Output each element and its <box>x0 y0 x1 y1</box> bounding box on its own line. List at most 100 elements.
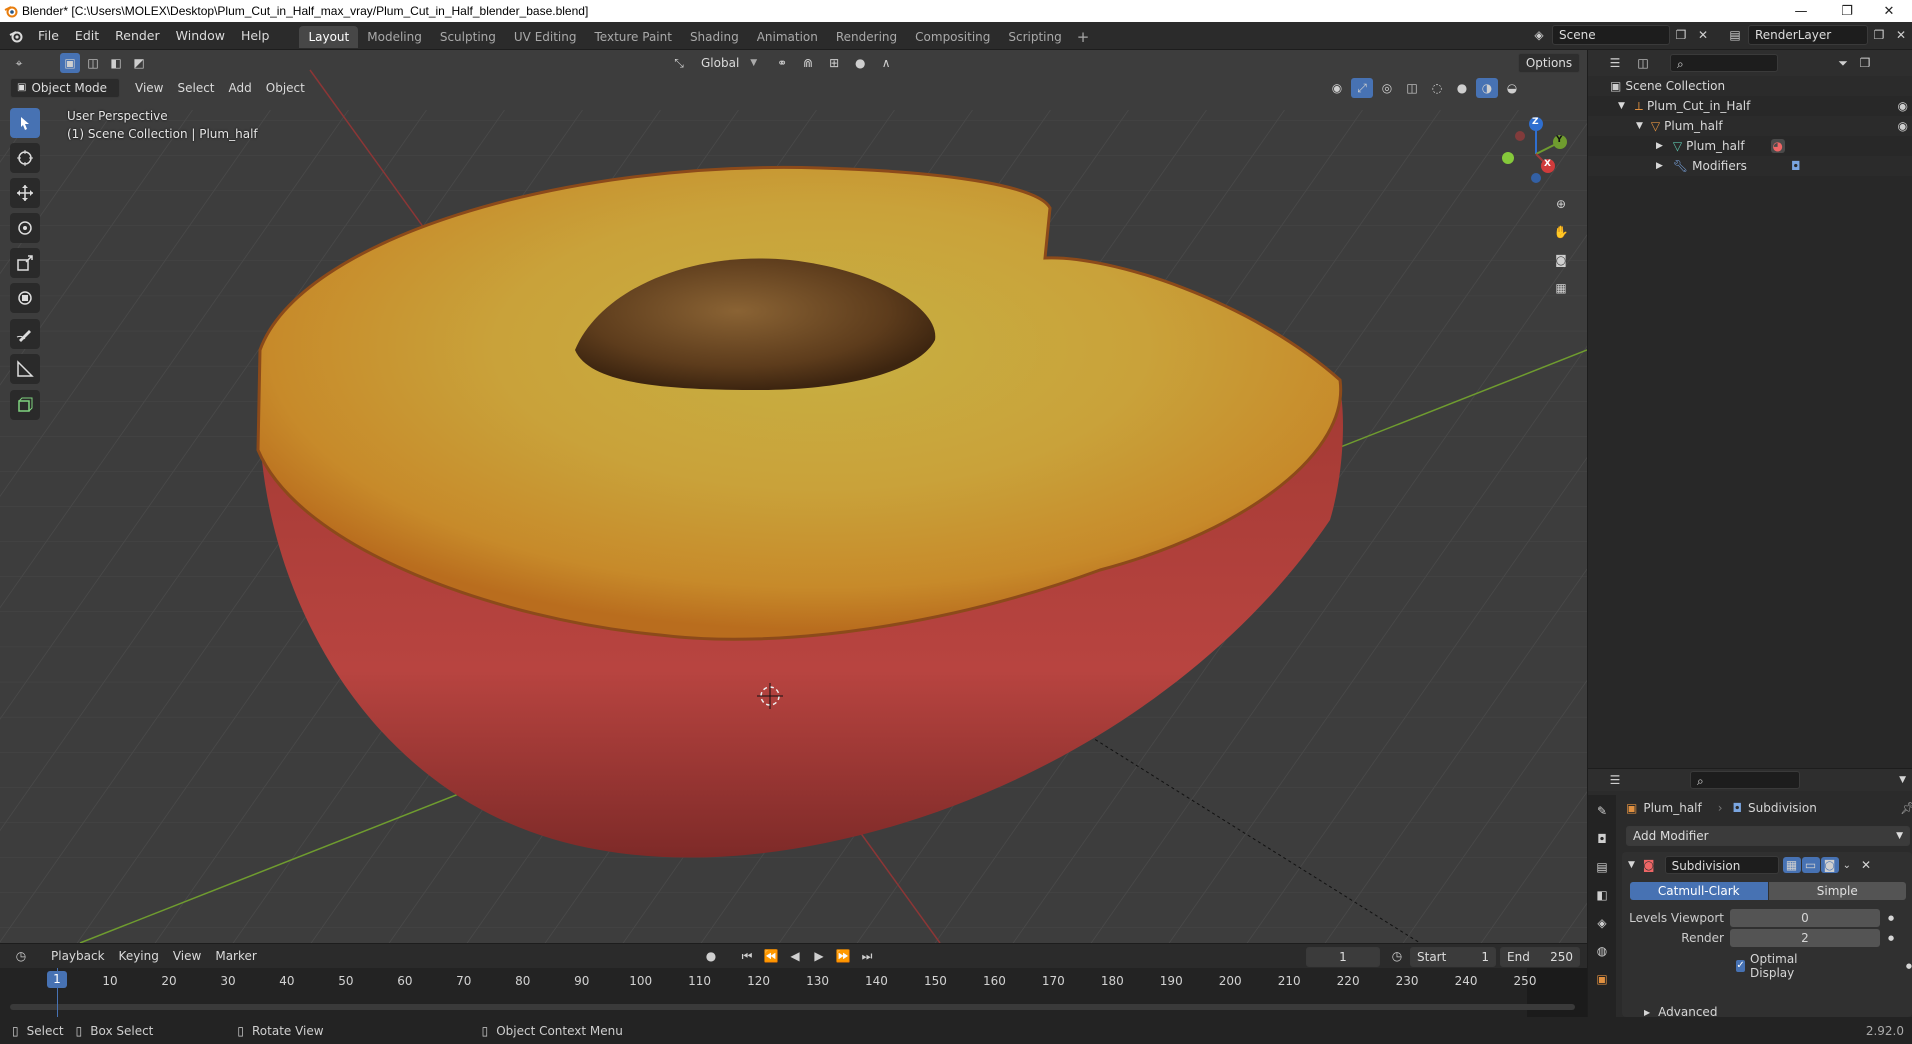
overlay-toggle-icon[interactable]: ◎ <box>1376 78 1398 98</box>
rendered-shading-icon[interactable]: ◒ <box>1501 78 1523 98</box>
playhead[interactable]: 1 <box>47 971 67 988</box>
jump-end-icon[interactable]: ⏭ <box>856 946 878 966</box>
animate-dot-icon[interactable]: ● <box>1888 934 1894 942</box>
expand-arrow-icon[interactable]: ▼ <box>1636 121 1643 131</box>
auto-keying-icon[interactable]: ● <box>700 946 722 966</box>
snap-icon[interactable]: ⋒ <box>797 53 819 73</box>
outliner-search-input[interactable]: ⌕ <box>1670 54 1778 72</box>
minimize-button[interactable]: — <box>1778 0 1824 22</box>
proportional-edit-icon[interactable]: ● <box>849 53 871 73</box>
menu-marker[interactable]: Marker <box>208 946 263 966</box>
outliner-row-modifiers[interactable]: ▶ 🔧︎ Modifiers ◘ <box>1588 156 1912 176</box>
delete-scene-icon[interactable]: ✕ <box>1692 25 1714 45</box>
outliner-editor-type-icon[interactable]: ☰ <box>1604 53 1626 73</box>
camera-view-icon[interactable]: ◙ <box>1550 250 1572 270</box>
new-collection-icon[interactable]: ❐ <box>1854 53 1876 73</box>
tab-modeling[interactable]: Modeling <box>358 26 431 48</box>
transform-orientation-icon[interactable]: ⤡ <box>668 53 690 73</box>
menu-object[interactable]: Object <box>259 78 312 98</box>
tab-rendering[interactable]: Rendering <box>827 26 906 48</box>
remove-modifier-icon[interactable]: ✕ <box>1861 858 1871 872</box>
render-layer-browse-icon[interactable]: ▤ <box>1724 25 1746 45</box>
outliner-row-scene-collection[interactable]: ▣ Scene Collection <box>1588 76 1912 96</box>
collapse-arrow-icon[interactable]: ▼ <box>1628 860 1635 870</box>
expand-arrow-icon[interactable]: ▶ <box>1656 161 1663 171</box>
add-workspace-icon[interactable]: + <box>1071 26 1096 48</box>
menu-render[interactable]: Render <box>107 22 168 49</box>
falloff-icon[interactable]: ∧ <box>875 53 897 73</box>
filter-icon[interactable]: ⏷ <box>1832 53 1854 73</box>
jump-start-icon[interactable]: ⏮ <box>736 946 758 966</box>
close-window-button[interactable]: ✕ <box>1866 0 1912 22</box>
properties-search-input[interactable]: ⌕ <box>1690 771 1800 789</box>
add-modifier-dropdown[interactable]: Add Modifier ▼ <box>1626 826 1910 846</box>
restore-button[interactable]: ❐ <box>1824 0 1870 22</box>
jump-keyframe-back-icon[interactable]: ⏪ <box>760 946 782 966</box>
start-frame-field[interactable]: Start 1 <box>1410 947 1496 967</box>
play-icon[interactable]: ▶ <box>808 946 830 966</box>
preview-range-icon[interactable]: ◷ <box>1386 946 1408 966</box>
measure-tool-icon[interactable] <box>10 354 40 384</box>
tab-animation[interactable]: Animation <box>748 26 827 48</box>
outliner-row-plum-cut-in-half[interactable]: ▼ ⟂ Plum_Cut_in_Half ◉ <box>1588 96 1912 116</box>
properties-editor-type-icon[interactable]: ☰ <box>1604 770 1626 790</box>
pan-hand-icon[interactable]: ✋ <box>1550 222 1572 242</box>
select-mode-extend-icon[interactable]: ◫ <box>83 53 103 73</box>
visibility-icon[interactable]: ◉ <box>1326 78 1348 98</box>
tab-texture-paint[interactable]: Texture Paint <box>586 26 681 48</box>
chevron-down-icon[interactable]: ⌄ <box>1843 860 1851 871</box>
jump-keyframe-forward-icon[interactable]: ⏩ <box>832 946 854 966</box>
play-reverse-icon[interactable]: ◀ <box>784 946 806 966</box>
scene-tab-icon[interactable]: ◈ <box>1591 913 1613 933</box>
tab-compositing[interactable]: Compositing <box>906 26 999 48</box>
menu-window[interactable]: Window <box>168 22 233 49</box>
editor-type-icon[interactable]: ⌖ <box>8 53 30 73</box>
move-tool-icon[interactable] <box>10 178 40 208</box>
output-tab-icon[interactable]: ▤ <box>1591 857 1613 877</box>
pivot-point-icon[interactable]: ⚭ <box>771 53 793 73</box>
world-tab-icon[interactable]: ◍ <box>1591 941 1613 961</box>
menu-help[interactable]: Help <box>233 22 278 49</box>
transform-orientation-dropdown[interactable]: Global <box>694 53 746 73</box>
select-tool-icon[interactable] <box>10 108 40 138</box>
material-shading-icon[interactable]: ◑ <box>1476 78 1498 98</box>
levels-viewport-field[interactable]: 0 <box>1730 909 1880 927</box>
object-tab-icon[interactable]: ▣ <box>1591 969 1613 989</box>
options-dropdown[interactable]: Options <box>1518 53 1580 73</box>
scene-browse-icon[interactable]: ◈ <box>1528 25 1550 45</box>
editmode-toggle-icon[interactable]: ▦ <box>1782 857 1801 873</box>
display-mode-icon[interactable]: ◫ <box>1632 53 1654 73</box>
transform-tool-icon[interactable] <box>10 283 40 313</box>
menu-playback[interactable]: Playback <box>44 946 112 966</box>
tab-uv-editing[interactable]: UV Editing <box>505 26 586 48</box>
expand-arrow-icon[interactable]: ▼ <box>1618 101 1625 111</box>
blender-menu-icon[interactable] <box>8 28 24 44</box>
animate-dot-icon[interactable]: ● <box>1888 914 1894 922</box>
scale-tool-icon[interactable] <box>10 248 40 278</box>
add-cube-tool-icon[interactable] <box>10 390 40 420</box>
menu-select[interactable]: Select <box>170 78 221 98</box>
eye-icon[interactable]: ◉ <box>1898 119 1908 133</box>
menu-timeline-view[interactable]: View <box>166 946 208 966</box>
gizmo-toggle-icon[interactable]: ⤢ <box>1351 78 1373 98</box>
animate-dot-icon[interactable]: ● <box>1906 962 1912 970</box>
tab-scripting[interactable]: Scripting <box>999 26 1070 48</box>
expand-arrow-icon[interactable]: ▶ <box>1656 141 1663 151</box>
menu-file[interactable]: File <box>30 22 67 49</box>
navigation-gizmo[interactable]: Z Y X <box>1496 114 1580 190</box>
optimal-display-checkbox[interactable]: ✓ <box>1736 960 1746 972</box>
catmull-clark-option[interactable]: Catmull-Clark <box>1630 882 1768 900</box>
modifier-icon[interactable]: ◘ <box>1791 159 1801 173</box>
delete-render-layer-icon[interactable]: ✕ <box>1890 25 1912 45</box>
scene-field[interactable]: Scene <box>1552 25 1670 45</box>
timeline-editor-type-icon[interactable]: ◷ <box>10 946 32 966</box>
menu-edit[interactable]: Edit <box>67 22 107 49</box>
select-mode-subtract-icon[interactable]: ◧ <box>106 53 126 73</box>
snap-target-icon[interactable]: ⊞ <box>823 53 845 73</box>
select-mode-invert-icon[interactable]: ◩ <box>129 53 149 73</box>
tab-shading[interactable]: Shading <box>681 26 748 48</box>
view-layer-tab-icon[interactable]: ◧ <box>1591 885 1613 905</box>
menu-add[interactable]: Add <box>222 78 259 98</box>
tab-sculpting[interactable]: Sculpting <box>431 26 505 48</box>
cursor-tool-icon[interactable] <box>10 143 40 173</box>
